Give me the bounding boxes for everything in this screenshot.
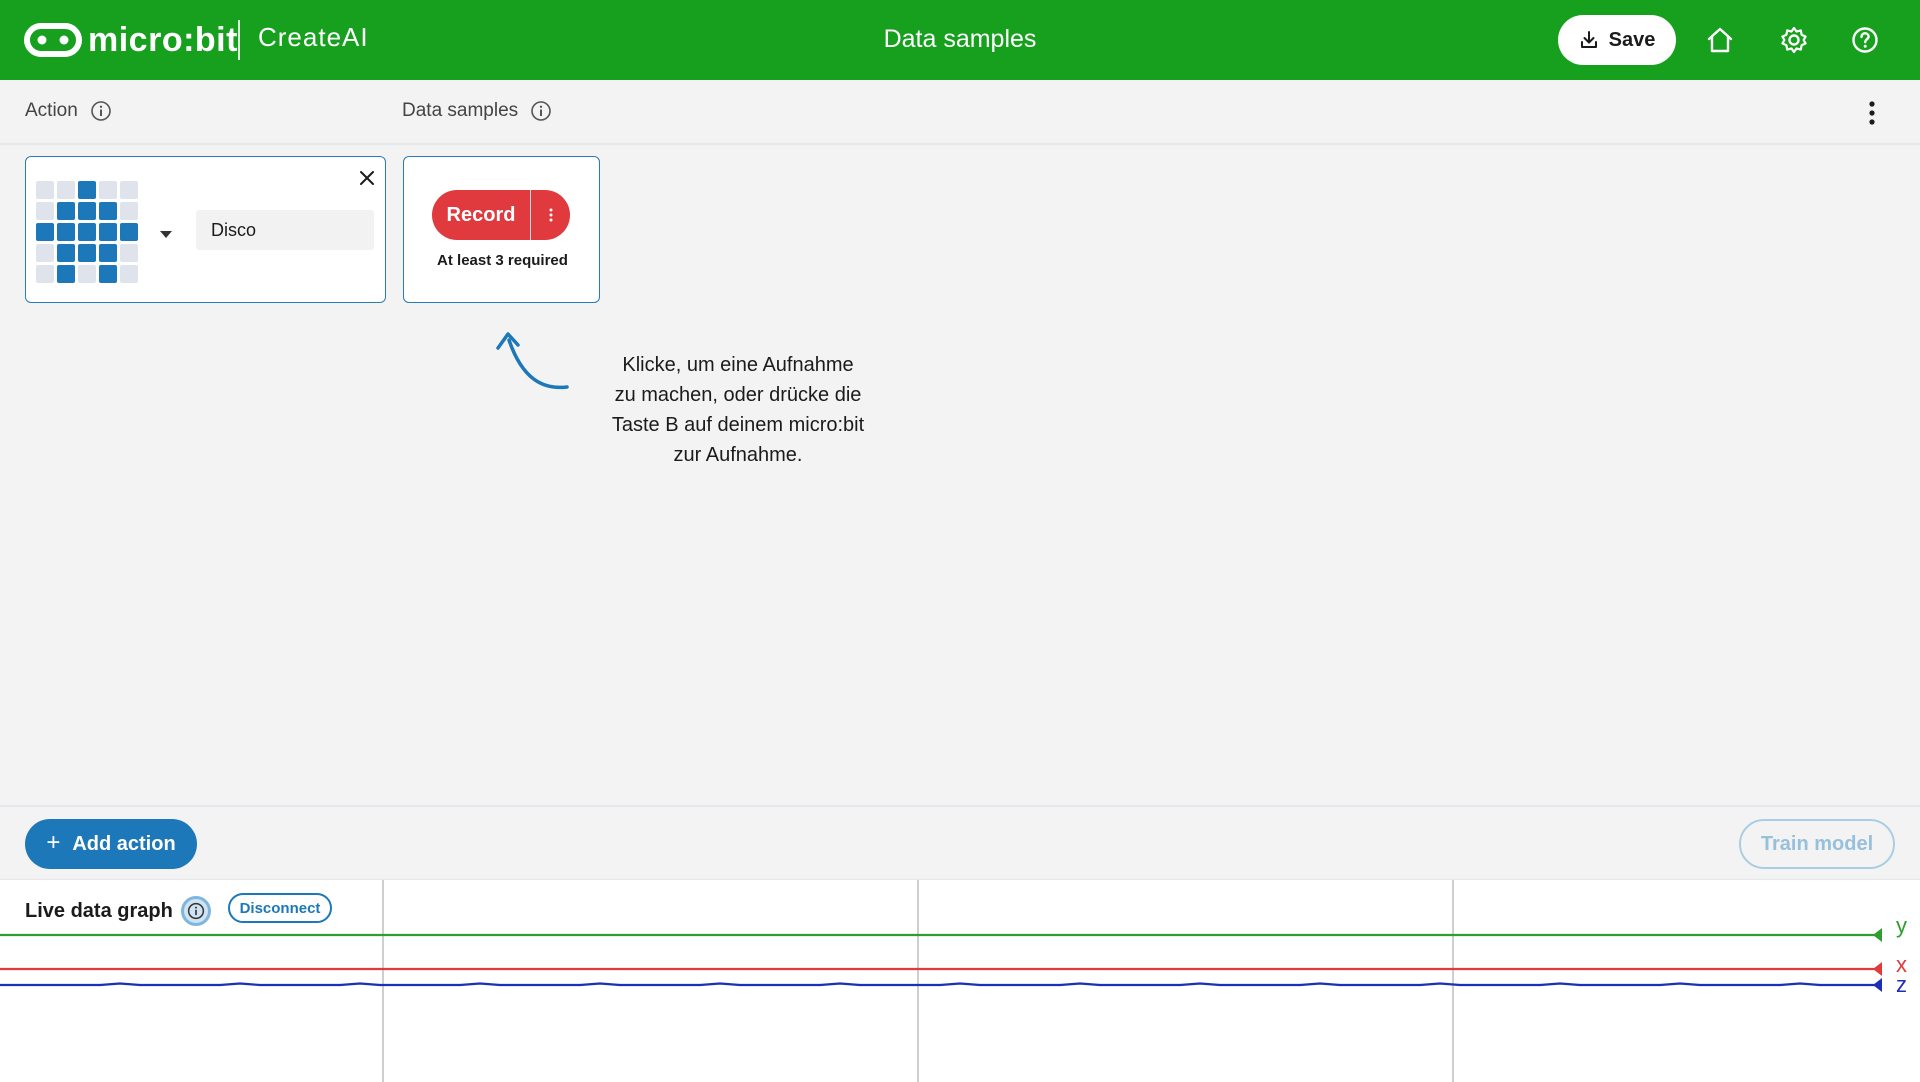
live-data-graph-panel: Live data graph Disconnect y x z (0, 879, 1920, 1082)
led-off (120, 244, 138, 262)
plus-icon: + (46, 829, 61, 856)
led-on (57, 202, 75, 220)
settings-button[interactable] (1776, 22, 1812, 58)
gear-icon (1781, 26, 1807, 54)
led-on (99, 202, 117, 220)
record-button[interactable]: Record (432, 190, 530, 240)
led-off (36, 202, 54, 220)
series-label-y: y (1896, 913, 1907, 938)
bottom-action-bar: + Add action Train model (0, 805, 1920, 882)
download-icon (1580, 31, 1597, 48)
kebab-menu-icon (1869, 101, 1875, 125)
led-icon-picker[interactable] (36, 181, 138, 283)
disconnect-button[interactable]: Disconnect (228, 893, 332, 923)
data-samples-column-header: Data samples (402, 100, 552, 122)
requirement-note: At least 3 required (437, 252, 568, 269)
info-icon[interactable] (180, 896, 211, 926)
series-marker-y (1873, 928, 1882, 942)
data-samples-card: Record At least 3 required (403, 156, 600, 303)
led-on (78, 223, 96, 241)
icon-dropdown-button[interactable] (159, 226, 173, 244)
home-icon (1707, 27, 1733, 53)
action-name-input[interactable]: Disco (196, 210, 374, 250)
more-options-button[interactable] (1860, 98, 1884, 128)
hint-line: zu machen, oder drücke die (614, 384, 862, 406)
curved-arrow-icon (496, 332, 569, 390)
led-on (99, 223, 117, 241)
record-hint-text: Klicke, um eine Aufnahme zu machen, oder… (578, 350, 898, 470)
led-off (99, 181, 117, 199)
series-marker-x (1873, 962, 1882, 976)
led-off (120, 265, 138, 283)
help-button[interactable] (1847, 22, 1883, 58)
close-icon (360, 171, 374, 185)
save-label: Save (1608, 28, 1656, 51)
led-off (57, 181, 75, 199)
led-off (120, 181, 138, 199)
delete-action-button[interactable] (356, 167, 378, 189)
hint-line: zur Aufnahme. (673, 444, 803, 466)
info-icon[interactable] (90, 100, 112, 122)
led-off (36, 181, 54, 199)
add-action-label: Add action (72, 832, 176, 855)
column-header-bar: Action Data samples (0, 80, 1920, 145)
app-header: micro:bit CreateAI Data samples Save (0, 0, 1920, 80)
train-model-button[interactable]: Train model (1739, 819, 1895, 869)
save-button[interactable]: Save (1558, 15, 1676, 65)
info-icon[interactable] (530, 100, 552, 122)
help-icon (1852, 27, 1878, 53)
home-button[interactable] (1702, 22, 1738, 58)
add-action-button[interactable]: + Add action (25, 819, 197, 869)
led-on (57, 265, 75, 283)
record-button-group: Record (432, 190, 570, 240)
led-off (36, 265, 54, 283)
record-options-button[interactable] (531, 190, 570, 240)
led-on (120, 223, 138, 241)
action-card: Disco (25, 156, 386, 303)
led-on (36, 223, 54, 241)
series-marker-z (1873, 978, 1882, 992)
live-graph-title: Live data graph (25, 899, 173, 922)
led-on (57, 244, 75, 262)
led-on (78, 181, 96, 199)
caret-down-icon (160, 231, 172, 238)
action-column-label: Action (25, 100, 78, 121)
led-on (99, 265, 117, 283)
kebab-menu-icon (549, 208, 552, 222)
hint-line: Klicke, um eine Aufnahme (622, 354, 854, 376)
series-label-z: z (1896, 972, 1907, 997)
led-on (99, 244, 117, 262)
led-off (78, 265, 96, 283)
action-column-header: Action (25, 100, 112, 122)
data-samples-column-label: Data samples (402, 100, 519, 121)
led-on (57, 223, 75, 241)
live-graph-header: Live data graph (25, 896, 211, 926)
led-on (78, 202, 96, 220)
led-on (78, 244, 96, 262)
hint-line: Taste B auf deinem micro:bit (611, 414, 865, 436)
led-off (120, 202, 138, 220)
series-line-z (0, 982, 1880, 987)
led-off (36, 244, 54, 262)
